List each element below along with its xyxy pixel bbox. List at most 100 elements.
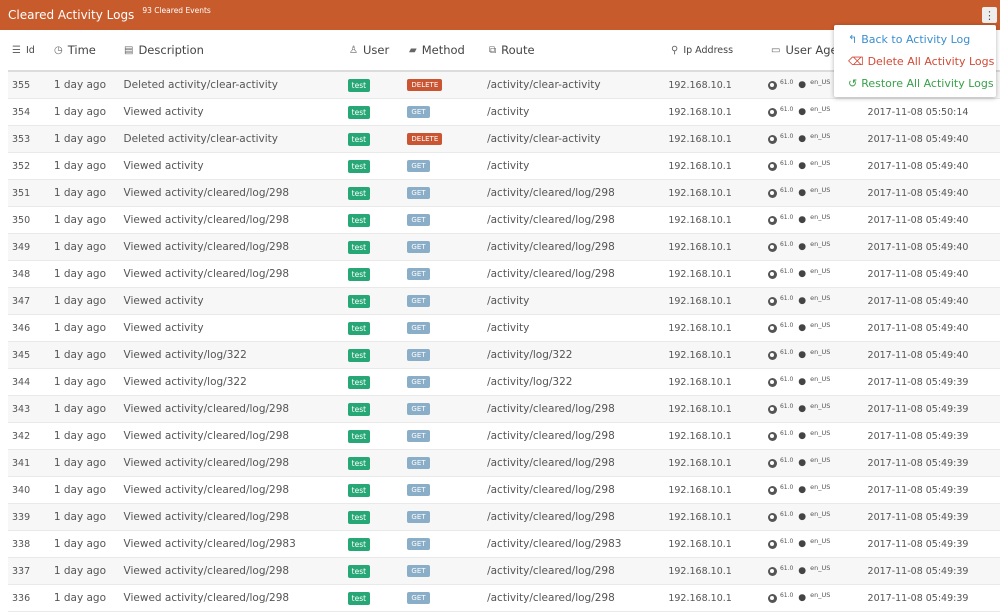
apple-icon: ● xyxy=(798,512,807,522)
row-date: 2017-11-08 05:49:40 xyxy=(867,160,969,172)
row-user-cell: test xyxy=(347,348,408,362)
cleared-count-badge: 93 Cleared Events xyxy=(142,5,211,15)
row-method-cell: GET xyxy=(407,403,487,415)
user-badge[interactable]: test xyxy=(347,132,371,146)
row-time: 1 day ago xyxy=(53,376,107,388)
row-date: 2017-11-08 05:49:39 xyxy=(867,592,969,604)
table-row[interactable]: 353 1 day ago Deleted activity/clear-activ… xyxy=(8,126,1000,153)
user-badge[interactable]: test xyxy=(347,186,371,200)
back-to-activity-log-item[interactable]: ↰ Back to Activity Log xyxy=(834,28,996,50)
row-route: /activity xyxy=(487,295,530,307)
chrome-icon xyxy=(767,350,777,360)
row-agent: 61.0 ● en_US xyxy=(767,564,868,576)
column-header-method[interactable]: ▰ Method xyxy=(409,43,489,57)
row-agent: 61.0 ● en_US xyxy=(767,510,868,522)
row-agent: 61.0 ● en_US xyxy=(767,294,868,306)
table-row[interactable]: 349 1 day ago Viewed activity/cleared/log/… xyxy=(8,234,1000,261)
method-badge: GET xyxy=(407,187,430,199)
reply-icon: ↰ xyxy=(848,32,858,46)
table-row[interactable]: 348 1 day ago Viewed activity/cleared/log/… xyxy=(8,261,1000,288)
chrome-icon xyxy=(767,161,777,171)
table-row[interactable]: 351 1 day ago Viewed activity/cleared/log/… xyxy=(8,180,1000,207)
user-badge[interactable]: test xyxy=(347,429,371,443)
more-vert-icon[interactable]: ⋮ xyxy=(982,7,997,23)
row-ip: 192.168.10.1 xyxy=(668,592,732,604)
user-badge[interactable]: test xyxy=(347,105,371,119)
table-row[interactable]: 350 1 day ago Viewed activity/cleared/log/… xyxy=(8,207,1000,234)
table-row[interactable]: 346 1 day ago Viewed activity test GET/activ… xyxy=(8,315,1000,342)
method-badge: GET xyxy=(407,349,430,361)
row-user-cell: test xyxy=(347,564,408,578)
history-icon: ↺ xyxy=(848,76,858,90)
row-date: 2017-11-08 05:49:39 xyxy=(867,565,969,577)
user-badge[interactable]: test xyxy=(347,402,371,416)
delete-all-activity-logs-item[interactable]: ⌫ Delete All Activity Logs xyxy=(834,50,996,72)
user-badge[interactable]: test xyxy=(347,375,371,389)
restore-all-activity-logs-item[interactable]: ↺ Restore All Activity Logs xyxy=(834,72,996,94)
actions-dropdown-menu: ↰ Back to Activity Log ⌫ Delete All Acti… xyxy=(834,25,996,97)
user-badge[interactable]: test xyxy=(347,213,371,227)
browser-version: 61.0 xyxy=(779,78,794,86)
table-row[interactable]: 347 1 day ago Viewed activity test GET/activ… xyxy=(8,288,1000,315)
user-badge[interactable]: test xyxy=(347,240,371,254)
method-badge: GET xyxy=(407,241,430,253)
row-agent: 61.0 ● en_US xyxy=(767,186,868,198)
user-badge[interactable]: test xyxy=(347,78,371,92)
row-agent: 61.0 ● en_US xyxy=(767,159,868,171)
column-header-id[interactable]: ☰ Id xyxy=(8,45,54,56)
method-badge: GET xyxy=(407,295,430,307)
column-header-route[interactable]: ⧉ Route xyxy=(489,43,671,57)
row-time: 1 day ago xyxy=(53,268,107,280)
row-id: 346 xyxy=(12,322,31,334)
user-badge[interactable]: test xyxy=(347,321,371,335)
row-time: 1 day ago xyxy=(53,538,107,550)
method-badge: DELETE xyxy=(407,133,443,145)
table-row[interactable]: 352 1 day ago Viewed activity test GET/activ… xyxy=(8,153,1000,180)
browser-version: 61.0 xyxy=(779,375,794,383)
column-header-time[interactable]: ◷ Time xyxy=(54,43,124,57)
row-ip: 192.168.10.1 xyxy=(668,241,732,253)
row-method-cell: GET xyxy=(407,322,487,334)
browser-version: 61.0 xyxy=(779,537,794,545)
user-badge[interactable]: test xyxy=(347,510,371,524)
column-header-ip[interactable]: ⚲ Ip Address xyxy=(671,45,771,56)
user-badge[interactable]: test xyxy=(347,591,371,605)
apple-icon: ● xyxy=(798,134,807,144)
table-row[interactable]: 341 1 day ago Viewed activity/cleared/log/… xyxy=(8,450,1000,477)
row-ip: 192.168.10.1 xyxy=(668,511,732,523)
method-badge: GET xyxy=(407,565,430,577)
user-badge[interactable]: test xyxy=(347,348,371,362)
table-row[interactable]: 338 1 day ago Viewed activity/cleared/log/… xyxy=(8,531,1000,558)
table-row[interactable]: 343 1 day ago Viewed activity/cleared/log/… xyxy=(8,396,1000,423)
apple-icon: ● xyxy=(798,188,807,198)
table-row[interactable]: 345 1 day ago Viewed activity/log/322 test G… xyxy=(8,342,1000,369)
user-badge[interactable]: test xyxy=(347,294,371,308)
user-badge[interactable]: test xyxy=(347,537,371,551)
user-badge[interactable]: test xyxy=(347,483,371,497)
row-id: 353 xyxy=(12,133,31,145)
table-row[interactable]: 342 1 day ago Viewed activity/cleared/log/… xyxy=(8,423,1000,450)
user-badge[interactable]: test xyxy=(347,159,371,173)
user-badge[interactable]: test xyxy=(347,267,371,281)
table-row[interactable]: 340 1 day ago Viewed activity/cleared/log/… xyxy=(8,477,1000,504)
row-id: 341 xyxy=(12,457,31,469)
user-badge[interactable]: test xyxy=(347,564,371,578)
table-row[interactable]: 354 1 day ago Viewed activity test GET/activ… xyxy=(8,99,1000,126)
row-time: 1 day ago xyxy=(53,430,107,442)
row-agent: 61.0 ● en_US xyxy=(767,483,868,495)
table-row[interactable]: 337 1 day ago Viewed activity/cleared/log/… xyxy=(8,558,1000,585)
row-description: Viewed activity/cleared/log/298 xyxy=(123,484,290,496)
column-label: Time xyxy=(67,43,96,57)
table-row[interactable]: 339 1 day ago Viewed activity/cleared/log/… xyxy=(8,504,1000,531)
chrome-icon xyxy=(767,404,777,414)
row-time: 1 day ago xyxy=(53,403,107,415)
user-badge[interactable]: test xyxy=(347,456,371,470)
table-row[interactable]: 344 1 day ago Viewed activity/log/322 test G… xyxy=(8,369,1000,396)
column-header-description[interactable]: ▤ Description xyxy=(124,43,349,57)
chrome-icon xyxy=(767,188,777,198)
table-row[interactable]: 336 1 day ago Viewed activity/cleared/log/… xyxy=(8,585,1000,612)
row-user-cell: test xyxy=(347,78,408,92)
row-route: /activity/cleared/log/2983 xyxy=(487,538,622,550)
row-route: /activity/cleared/log/298 xyxy=(487,268,615,280)
column-header-user[interactable]: ♙ User xyxy=(349,43,409,57)
